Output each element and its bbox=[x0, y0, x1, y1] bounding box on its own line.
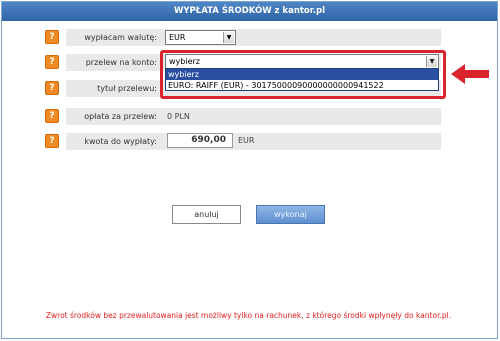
red-arrow-icon bbox=[451, 64, 489, 84]
amount-label: kwota do wypłaty: bbox=[84, 137, 157, 146]
amount-currency: EUR bbox=[238, 136, 255, 145]
fee-label: opłata za przelew: bbox=[84, 112, 157, 121]
amount-value: 690,00 bbox=[167, 133, 233, 148]
currency-label: wypłacam walutę: bbox=[84, 33, 157, 42]
help-icon[interactable]: ? bbox=[45, 55, 59, 69]
highlight-frame bbox=[160, 50, 446, 99]
help-icon[interactable]: ? bbox=[45, 109, 59, 123]
help-icon[interactable]: ? bbox=[45, 30, 59, 44]
chevron-down-icon: ▼ bbox=[223, 32, 234, 43]
currency-select[interactable]: EUR ▼ bbox=[165, 30, 236, 45]
panel-title: WYPŁATA ŚRODKÓW z kantor.pl bbox=[2, 2, 497, 21]
footer-note: Zwrot środków bez przewalutowania jest m… bbox=[45, 311, 452, 320]
help-icon[interactable]: ? bbox=[45, 134, 59, 148]
submit-button[interactable]: wykonaj bbox=[256, 205, 325, 224]
account-label: przelew na konto: bbox=[85, 58, 157, 67]
cancel-button[interactable]: anuluj bbox=[172, 205, 241, 224]
help-icon[interactable]: ? bbox=[45, 81, 59, 95]
currency-select-value: EUR bbox=[169, 33, 186, 42]
transfer-title-label: tytuł przelewu: bbox=[97, 84, 157, 93]
fee-value: 0 PLN bbox=[167, 112, 190, 121]
